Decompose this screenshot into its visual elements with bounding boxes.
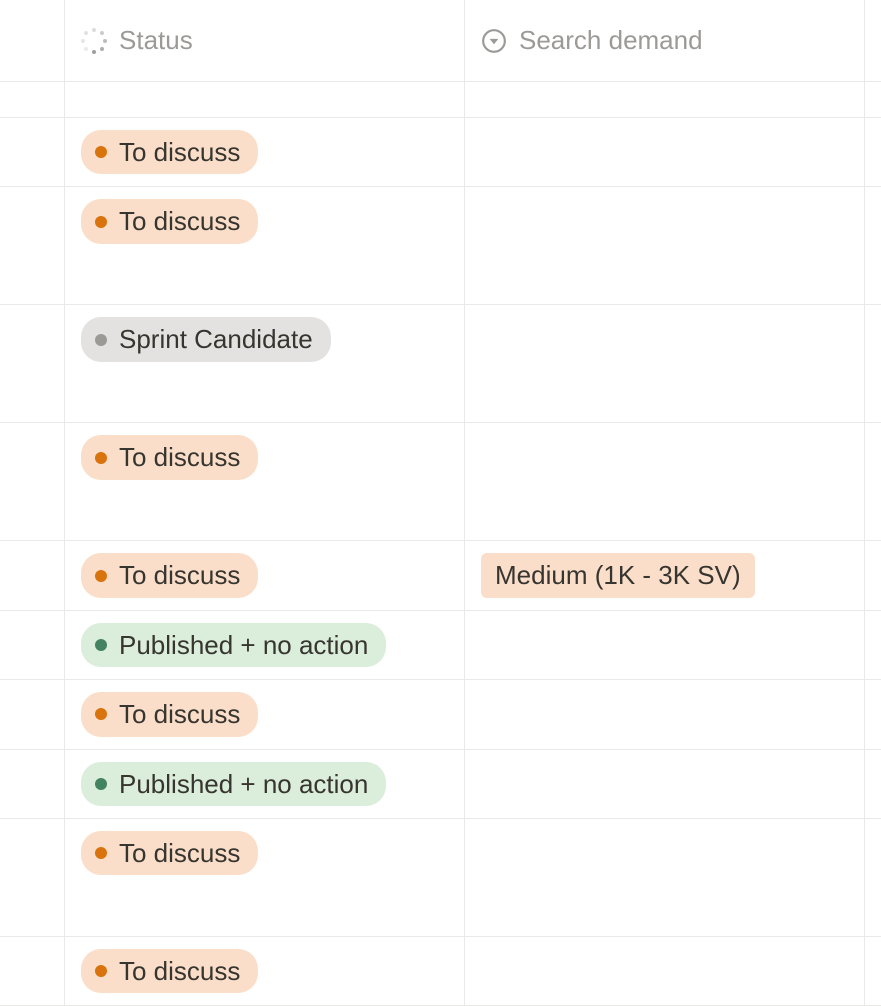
column-header-label: Search demand (519, 25, 703, 56)
search-demand-cell[interactable] (465, 305, 865, 423)
status-cell[interactable]: To discuss (65, 680, 465, 749)
search-demand-cell[interactable] (465, 937, 865, 1006)
status-tag-label: Published + no action (119, 766, 368, 802)
search-demand-cell[interactable] (465, 187, 865, 305)
search-demand-cell[interactable] (465, 680, 865, 749)
trailing-column-header (865, 0, 881, 82)
status-dot-icon (95, 570, 107, 582)
status-tag-label: To discuss (119, 696, 240, 732)
status-dot-icon (95, 452, 107, 464)
search-demand-cell[interactable] (465, 611, 865, 680)
dropdown-circle-icon (481, 28, 507, 54)
status-cell[interactable]: Published + no action (65, 750, 465, 819)
status-cell[interactable]: To discuss (65, 819, 465, 937)
status-tag-label: Published + no action (119, 627, 368, 663)
search-demand-cell[interactable] (465, 118, 865, 187)
status-dot-icon (95, 216, 107, 228)
status-cell[interactable]: Sprint Candidate (65, 305, 465, 423)
column-header-status[interactable]: Status (65, 0, 465, 82)
status-cell[interactable]: To discuss (65, 118, 465, 187)
status-cell[interactable]: To discuss (65, 937, 465, 1006)
search-demand-cell[interactable] (465, 750, 865, 819)
status-tag-label: To discuss (119, 557, 240, 593)
status-cell[interactable]: To discuss (65, 423, 465, 541)
status-cell[interactable]: To discuss (65, 187, 465, 305)
search-demand-tag[interactable]: Medium (1K - 3K SV) (481, 553, 755, 597)
status-tag[interactable]: To discuss (81, 692, 258, 736)
leading-cell[interactable] (0, 750, 65, 819)
leading-cell[interactable] (0, 118, 65, 187)
status-tag-label: To discuss (119, 203, 240, 239)
leading-cell[interactable] (0, 680, 65, 749)
status-cell[interactable]: To discuss (65, 541, 465, 610)
status-cell[interactable]: Published + no action (65, 611, 465, 680)
leading-column-header[interactable] (0, 0, 65, 82)
status-tag[interactable]: Published + no action (81, 762, 386, 806)
leading-cell[interactable] (0, 305, 65, 423)
leading-cell[interactable] (0, 423, 65, 541)
status-tag-label: To discuss (119, 134, 240, 170)
trailing-cell (865, 118, 881, 187)
column-header-label: Status (119, 25, 193, 56)
trailing-cell (865, 937, 881, 1006)
search-demand-cell[interactable]: Medium (1K - 3K SV) (465, 541, 865, 610)
leading-cell[interactable] (0, 937, 65, 1006)
status-dot-icon (95, 334, 107, 346)
status-tag[interactable]: To discuss (81, 130, 258, 174)
status-dot-icon (95, 847, 107, 859)
trailing-cell (865, 423, 881, 541)
search-demand-cell[interactable] (465, 82, 865, 118)
status-tag-label: To discuss (119, 439, 240, 475)
status-dot-icon (95, 708, 107, 720)
status-tag-label: To discuss (119, 953, 240, 989)
trailing-cell (865, 611, 881, 680)
loading-icon (81, 28, 107, 54)
status-tag[interactable]: To discuss (81, 199, 258, 243)
trailing-cell (865, 187, 881, 305)
trailing-cell (865, 819, 881, 937)
status-tag[interactable]: To discuss (81, 553, 258, 597)
status-tag-label: To discuss (119, 835, 240, 871)
status-dot-icon (95, 639, 107, 651)
status-dot-icon (95, 778, 107, 790)
status-cell[interactable] (65, 82, 465, 118)
leading-cell[interactable] (0, 187, 65, 305)
database-table: Status Search demand To discuss To discus… (0, 0, 881, 1006)
leading-cell[interactable] (0, 819, 65, 937)
trailing-cell (865, 680, 881, 749)
leading-cell[interactable] (0, 541, 65, 610)
status-tag[interactable]: Published + no action (81, 623, 386, 667)
trailing-cell (865, 82, 881, 118)
status-tag-label: Sprint Candidate (119, 321, 313, 357)
status-dot-icon (95, 146, 107, 158)
status-tag[interactable]: Sprint Candidate (81, 317, 331, 361)
status-tag[interactable]: To discuss (81, 435, 258, 479)
status-dot-icon (95, 965, 107, 977)
status-tag[interactable]: To discuss (81, 949, 258, 993)
trailing-cell (865, 750, 881, 819)
search-demand-cell[interactable] (465, 423, 865, 541)
trailing-cell (865, 305, 881, 423)
search-demand-tag-label: Medium (1K - 3K SV) (495, 557, 741, 593)
column-header-search-demand[interactable]: Search demand (465, 0, 865, 82)
leading-cell[interactable] (0, 82, 65, 118)
leading-cell[interactable] (0, 611, 65, 680)
status-tag[interactable]: To discuss (81, 831, 258, 875)
trailing-cell (865, 541, 881, 610)
search-demand-cell[interactable] (465, 819, 865, 937)
